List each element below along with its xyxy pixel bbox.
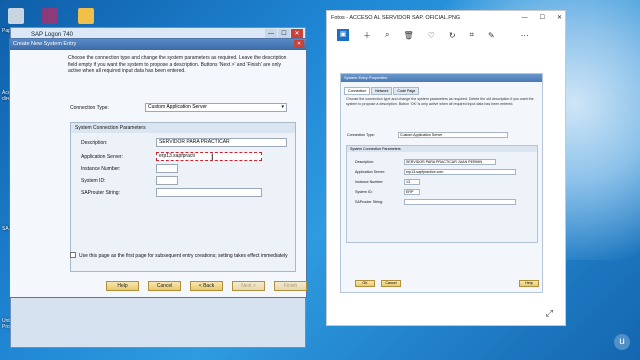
image-connection-label: Connection Type: <box>347 133 375 137</box>
text-cursor-icon: I <box>211 152 214 162</box>
image-field-label: System ID: <box>355 190 373 194</box>
application-server-label: Application Server: <box>81 154 123 160</box>
photos-titlebar[interactable]: Fotos - ACCESO AL SERVIDOR SAP. OFICIAL.… <box>327 11 565 25</box>
minimize-icon[interactable]: — <box>522 11 528 25</box>
group-title: System Connection Parameters <box>71 123 295 133</box>
image-field-value: ERP <box>404 189 420 195</box>
papelera-icon[interactable] <box>8 8 24 24</box>
expand-icon[interactable]: ⤢ <box>546 308 553 319</box>
image-dialog-title: System Entry Properties <box>341 74 542 82</box>
instance-number-label: Instance Number: <box>81 166 121 172</box>
photos-toolbar: ▣ ＋ ⌕ 🗑 ♡ ↻ ⌗ ✎ ⋯ <box>327 25 565 45</box>
back-button[interactable]: < Back <box>190 281 223 291</box>
dialog-description: Choose the connection type and change th… <box>68 55 287 74</box>
dialog-title: Create New System Entry <box>13 41 77 47</box>
connection-type-value: Custom Application Server <box>148 104 207 110</box>
maximize-icon[interactable]: ☐ <box>540 11 545 25</box>
image-field-label: Description: <box>355 160 374 164</box>
help-button[interactable]: Help <box>106 281 139 291</box>
checkbox-label: Use this page as the first page for subs… <box>79 253 288 259</box>
edit-icon[interactable]: ✎ <box>488 31 495 40</box>
collection-icon[interactable]: ▣ <box>337 29 349 41</box>
close-icon[interactable]: ✕ <box>557 11 562 25</box>
favorite-icon[interactable]: ♡ <box>428 31 435 40</box>
rotate-icon[interactable]: ↻ <box>449 31 456 40</box>
next-button[interactable]: Next > <box>232 281 265 291</box>
image-field-value: SERVIDOR PARA PRACTICAR JUAN PERMIN <box>404 159 496 165</box>
description-field[interactable]: SERVIDOR PARA PRACTICAR <box>156 138 287 147</box>
saprouter-label: SAProuter String: <box>81 190 120 196</box>
connection-type-select[interactable]: Custom Application Server ▾ <box>145 103 287 112</box>
system-id-field[interactable] <box>156 176 178 185</box>
saprouter-field[interactable] <box>156 188 262 197</box>
description-label: Description: <box>81 140 108 146</box>
image-field-value: 13 <box>404 179 420 185</box>
application-server-field[interactable]: erp13.sapfpracti <box>156 152 262 161</box>
photos-window: Fotos - ACCESO AL SERVIDOR SAP. OFICIAL.… <box>326 10 566 326</box>
image-tabs: Connection Network Code Page <box>344 87 420 95</box>
close-icon[interactable]: ✕ <box>294 40 304 48</box>
more-icon[interactable]: ⋯ <box>521 31 529 40</box>
photos-title: Fotos - ACCESO AL SERVIDOR SAP. OFICIAL.… <box>331 15 461 21</box>
system-id-label: System ID: <box>81 178 106 184</box>
instance-number-field[interactable] <box>156 164 178 173</box>
winrar-icon[interactable] <box>42 8 58 24</box>
image-tab: Connection <box>344 87 371 95</box>
image-help-button: Help <box>519 280 539 287</box>
image-description: Choose the connection type and change th… <box>346 97 534 106</box>
image-cancel-button: Cancel <box>381 280 401 287</box>
crop-icon[interactable]: ⌗ <box>470 30 475 40</box>
image-tab: Code Page <box>393 87 420 95</box>
add-icon[interactable]: ＋ <box>363 30 371 41</box>
image-field-value <box>404 199 516 205</box>
zoom-icon[interactable]: ⌕ <box>385 30 389 40</box>
delete-icon[interactable]: 🗑 <box>403 31 413 40</box>
image-field-label: Instance Number: <box>355 180 384 184</box>
image-group-title: System Connection Parameters <box>347 146 537 152</box>
watermark-icon: u <box>614 334 630 350</box>
dialog-buttons: Help Cancel < Back Next > Finish <box>106 281 307 291</box>
finish-button[interactable]: Finish <box>274 281 307 291</box>
chevron-down-icon: ▾ <box>281 104 284 110</box>
image-ok-button: OK <box>355 280 375 287</box>
image-field-label: Application Server: <box>355 170 386 174</box>
first-page-checkbox[interactable] <box>70 252 76 258</box>
folder-icon[interactable] <box>78 8 94 24</box>
image-field-value: erp13.sapfpractice.com <box>404 169 516 175</box>
desktop: Papelera de... Acces... directo SAP Unti… <box>0 0 640 360</box>
image-tab: Network <box>371 87 393 95</box>
image-field-label: SAProuter String: <box>355 200 383 204</box>
cancel-button[interactable]: Cancel <box>148 281 181 291</box>
displayed-image: System Entry Properties Connection Netwo… <box>340 73 543 293</box>
dialog-titlebar[interactable]: Create New System Entry ✕ <box>10 39 306 50</box>
create-system-entry-dialog: Create New System Entry ✕ Choose the con… <box>9 38 307 298</box>
image-connection-value: Custom Application Server <box>398 132 508 138</box>
connection-type-label: Connection Type: <box>70 105 109 111</box>
